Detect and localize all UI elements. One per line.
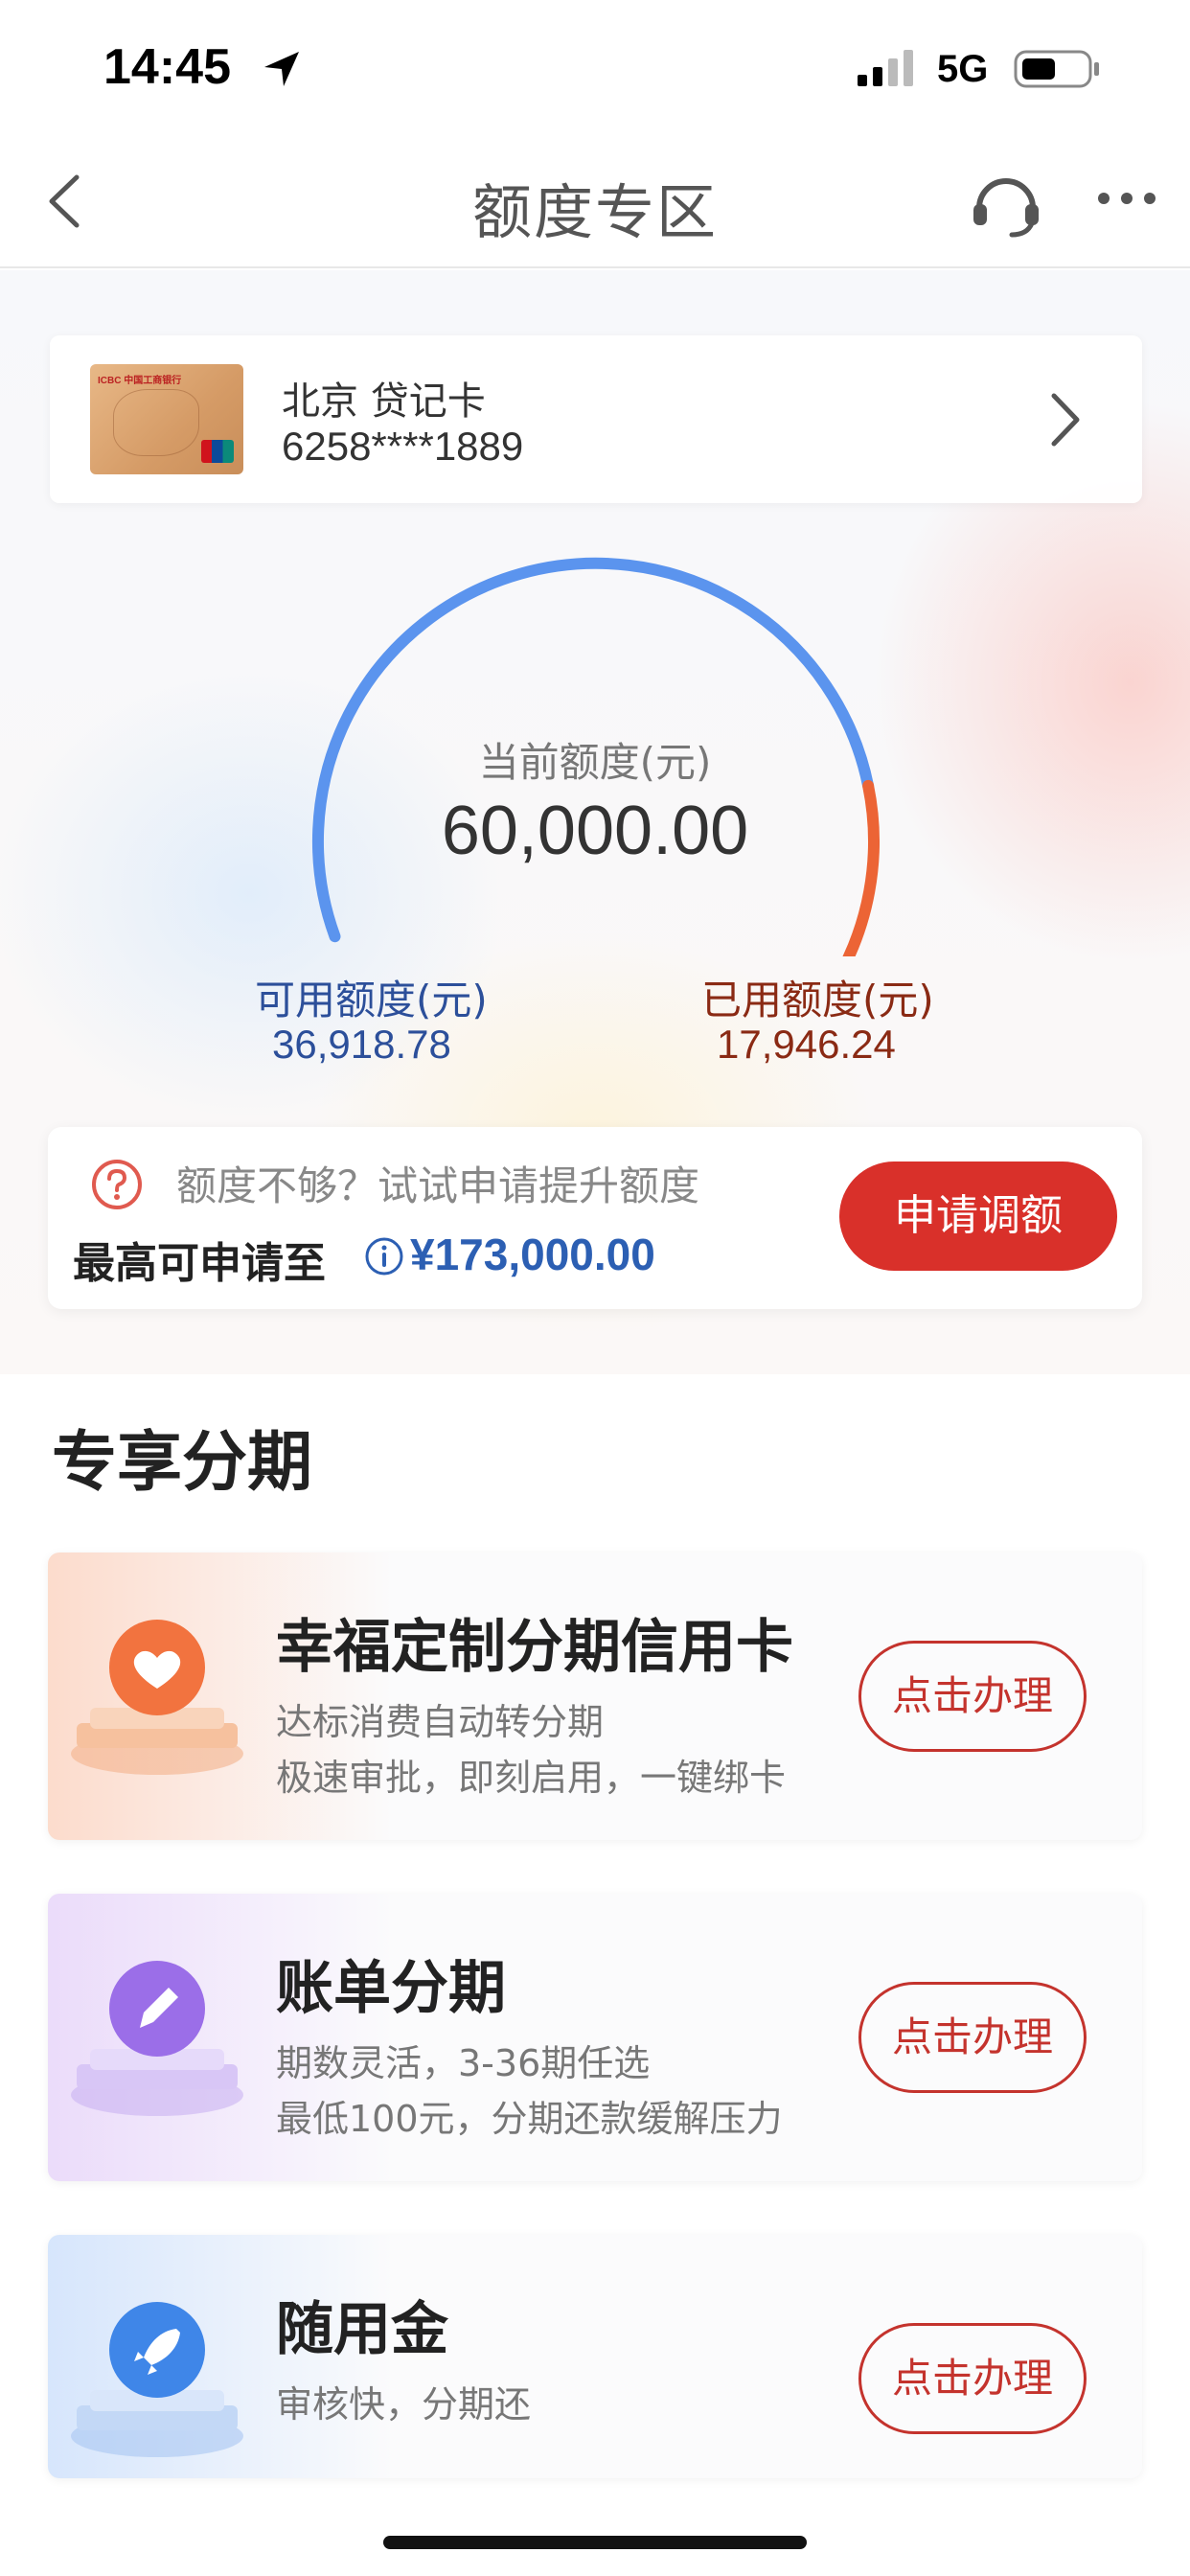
- apply-button[interactable]: 点击办理: [858, 2323, 1087, 2434]
- raise-limit-card: 额度不够？试试申请提升额度 最高可申请至 ¥173,000.00 申请调额: [48, 1127, 1142, 1309]
- pencil-icon: [71, 1961, 243, 2116]
- card-name: 北京 贷记卡: [282, 380, 486, 424]
- installment-desc-1: 期数灵活，3-36期任选: [276, 2042, 651, 2084]
- installment-desc-2: 极速审批，即刻启用，一键绑卡: [276, 1757, 787, 1799]
- battery-icon: [1014, 48, 1102, 94]
- card-number: 6258****1889: [282, 424, 524, 469]
- home-indicator: [383, 2536, 807, 2549]
- question-icon: [90, 1158, 144, 1215]
- used-limit-label: 已用额度(元): [701, 977, 934, 1024]
- bank-logo: ICBC 中国工商银行: [98, 376, 182, 386]
- card-thumbnail: ICBC 中国工商银行: [90, 364, 243, 474]
- unionpay-logo-icon: [201, 440, 234, 463]
- card-selector[interactable]: ICBC 中国工商银行 北京 贷记卡 6258****1889: [50, 335, 1142, 503]
- installment-title: 账单分期: [276, 1955, 506, 2022]
- heart-icon: [71, 1620, 243, 1775]
- more-icon[interactable]: [1096, 187, 1157, 214]
- chevron-right-icon: [1046, 388, 1085, 455]
- section-title: 专享分期: [52, 1425, 313, 1501]
- installment-card-bill[interactable]: 账单分期 期数灵活，3-36期任选 最低100元，分期还款缓解压力 点击办理: [48, 1894, 1142, 2181]
- used-limit-value: 17,946.24: [717, 1022, 896, 1067]
- apply-button[interactable]: 点击办理: [858, 1982, 1087, 2093]
- current-limit-value: 60,000.00: [441, 793, 749, 869]
- installment-desc-2: 最低100元，分期还款缓解压力: [276, 2098, 783, 2140]
- installment-desc-1: 审核快，分期还: [276, 2383, 532, 2426]
- current-limit-label: 当前额度(元): [478, 739, 712, 786]
- installment-title: 随用金: [276, 2296, 448, 2363]
- signal-icon: [856, 50, 919, 92]
- max-apply-value: ¥173,000.00: [410, 1230, 655, 1279]
- location-arrow-icon: [261, 48, 303, 94]
- status-time: 14:45: [103, 39, 231, 95]
- available-limit-label: 可用额度(元): [255, 977, 488, 1024]
- card-map-pattern: [113, 389, 199, 456]
- info-icon[interactable]: [364, 1236, 404, 1280]
- customer-service-icon[interactable]: [968, 166, 1044, 246]
- apply-adjust-limit-button[interactable]: 申请调额: [839, 1162, 1117, 1271]
- rocket-icon: [71, 2302, 243, 2457]
- installment-card-happiness[interactable]: 幸福定制分期信用卡 达标消费自动转分期 极速审批，即刻启用，一键绑卡 点击办理: [48, 1552, 1142, 1840]
- apply-button[interactable]: 点击办理: [858, 1641, 1087, 1752]
- installment-title: 幸福定制分期信用卡: [276, 1614, 793, 1681]
- installment-card-cash[interactable]: 随用金 审核快，分期还 点击办理: [48, 2235, 1142, 2478]
- status-bar: 14:45 5G: [0, 0, 1190, 139]
- network-type: 5G: [937, 48, 989, 90]
- max-apply-label: 最高可申请至: [73, 1239, 326, 1288]
- nav-bar: 额度专区: [0, 139, 1190, 268]
- raise-limit-hint: 额度不够？试试申请提升额度: [176, 1162, 700, 1209]
- installment-desc-1: 达标消费自动转分期: [276, 1701, 605, 1743]
- available-limit-value: 36,918.78: [272, 1022, 451, 1067]
